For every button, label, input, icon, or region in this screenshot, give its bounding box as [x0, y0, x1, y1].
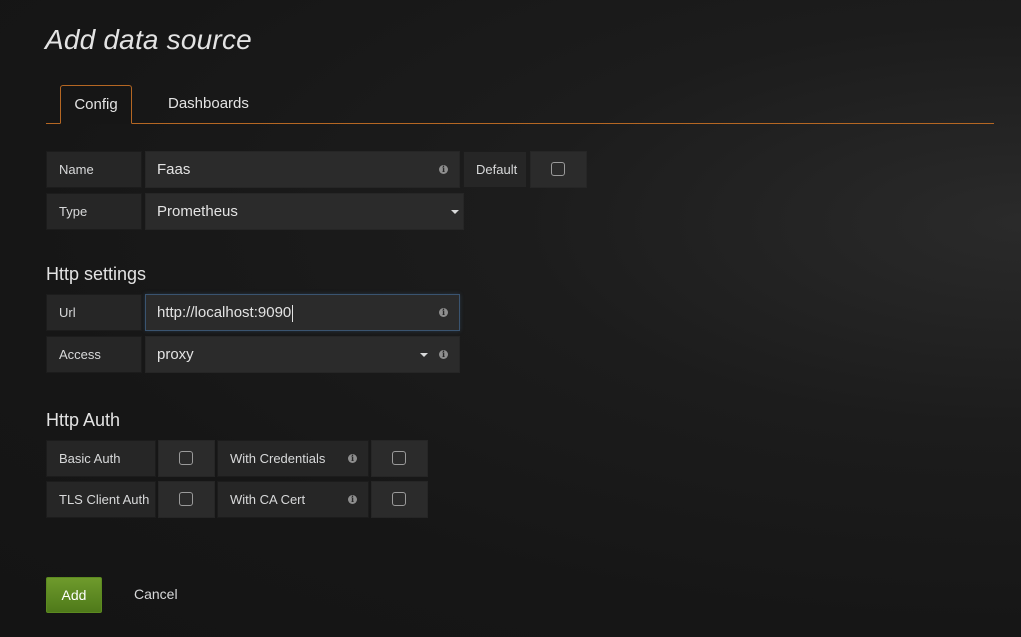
- basic-auth-checkbox-cell: [158, 440, 215, 477]
- with-credentials-label-text: With Credentials: [230, 451, 326, 466]
- tls-client-auth-label: TLS Client Auth: [46, 481, 156, 518]
- default-checkbox[interactable]: [551, 162, 565, 176]
- with-ca-cert-label: With CA Cert i: [217, 481, 369, 518]
- caret-down-icon: [451, 210, 459, 214]
- access-label: Access: [46, 336, 142, 373]
- caret-down-icon: [420, 353, 428, 357]
- with-ca-cert-checkbox[interactable]: [392, 492, 406, 506]
- add-button[interactable]: Add: [46, 577, 102, 613]
- access-select[interactable]: proxy i: [145, 336, 460, 373]
- name-label: Name: [46, 151, 142, 188]
- cancel-button[interactable]: Cancel: [134, 586, 178, 602]
- tls-client-auth-checkbox[interactable]: [179, 492, 193, 506]
- type-label: Type: [46, 193, 142, 230]
- url-label: Url: [46, 294, 142, 331]
- name-input-value: Faas: [157, 161, 191, 178]
- info-icon[interactable]: i: [348, 454, 357, 463]
- http-auth-title: Http Auth: [46, 410, 121, 430]
- with-credentials-checkbox-cell: [371, 440, 428, 477]
- type-select[interactable]: Prometheus: [145, 193, 464, 230]
- with-ca-cert-checkbox-cell: [371, 481, 428, 518]
- default-label: Default: [463, 151, 527, 188]
- basic-auth-label: Basic Auth: [46, 440, 156, 477]
- http-settings-title: Http settings: [46, 264, 147, 284]
- info-icon[interactable]: i: [439, 308, 448, 317]
- url-input-value: http://localhost:9090: [157, 304, 292, 321]
- text-cursor: [292, 304, 294, 322]
- tls-client-auth-checkbox-cell: [158, 481, 215, 518]
- page-title: Add data source: [45, 24, 252, 55]
- basic-auth-checkbox[interactable]: [179, 451, 193, 465]
- tab-config[interactable]: Config: [60, 85, 132, 124]
- info-icon[interactable]: i: [348, 495, 357, 504]
- with-ca-cert-label-text: With CA Cert: [230, 492, 306, 507]
- info-icon[interactable]: i: [439, 350, 448, 359]
- tab-bar: Config Dashboards: [46, 85, 994, 124]
- tab-dashboards[interactable]: Dashboards: [168, 85, 249, 122]
- url-input[interactable]: http://localhost:9090 i: [145, 294, 460, 331]
- access-select-value: proxy: [157, 346, 194, 363]
- type-select-value: Prometheus: [157, 203, 238, 220]
- info-icon[interactable]: i: [439, 165, 448, 174]
- name-input[interactable]: Faas i: [145, 151, 460, 188]
- with-credentials-label: With Credentials i: [217, 440, 369, 477]
- default-checkbox-cell: [530, 151, 587, 188]
- with-credentials-checkbox[interactable]: [392, 451, 406, 465]
